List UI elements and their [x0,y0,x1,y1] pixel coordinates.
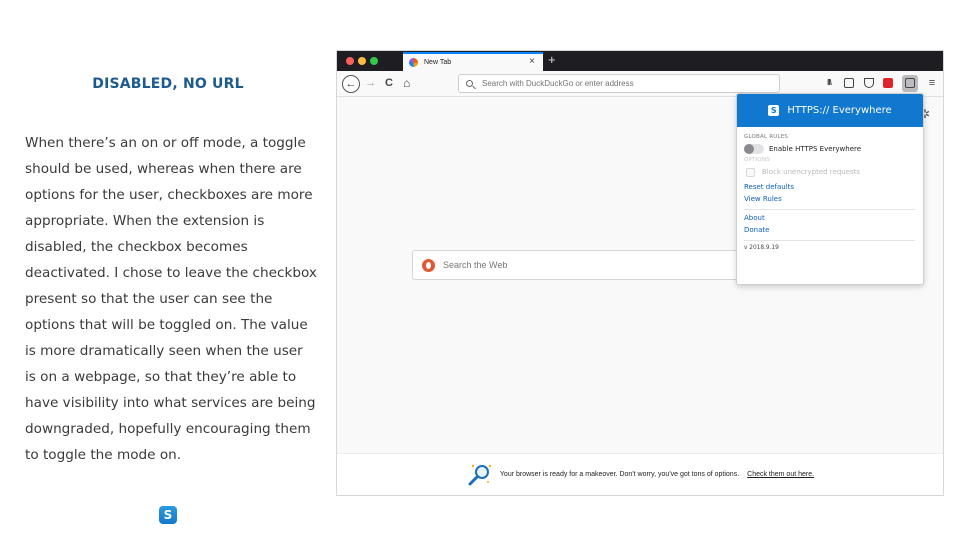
popup-header: S HTTPS:// Everywhere [737,94,923,127]
maximize-window-icon[interactable] [370,57,378,65]
forward-button[interactable]: → [365,76,376,90]
content-search-placeholder: Search the Web [443,260,508,270]
close-window-icon[interactable] [346,57,354,65]
url-bar[interactable]: Search with DuckDuckGo or enter address [458,74,780,93]
duckduckgo-icon [422,258,435,272]
slide-description: When there’s an on or off mode, a toggle… [25,135,317,463]
extension-popup: S HTTPS:// Everywhere GLOBAL RULES Enabl… [736,93,924,285]
snippet-link[interactable]: Check them out here. [747,471,814,478]
extension-red-icon[interactable] [883,78,893,88]
home-button[interactable]: ⌂ [403,76,410,90]
tab-close-icon[interactable]: × [529,56,535,67]
search-icon [466,80,473,87]
popup-title: HTTPS:// Everywhere [787,105,892,116]
magnifying-glass-icon [466,462,492,488]
about-link[interactable]: About [744,214,915,222]
block-unencrypted-row: Block unencrypted requests [744,166,915,178]
back-button[interactable]: ← [342,75,360,93]
global-rules-label: GLOBAL RULES [744,134,789,140]
divider [744,209,915,210]
url-placeholder: Search with DuckDuckGo or enter address [482,79,634,88]
slide-title: DISABLED, NO URL [92,76,244,92]
https-everywhere-logo-icon: S [768,105,780,116]
options-label: OPTIONS [744,157,770,163]
popup-body: GLOBAL RULES Enable HTTPS Everywhere OPT… [737,127,923,251]
https-everywhere-logo-icon: S [159,506,177,524]
enable-https-toggle[interactable] [744,144,764,154]
divider [744,240,915,241]
firefox-icon [409,58,418,67]
snippet-footer: Your browser is ready for a makeover. Do… [337,453,943,495]
snippet-message: Your browser is ready for a makeover. Do… [499,471,740,478]
new-tab-button[interactable]: + [548,52,556,68]
view-rules-link[interactable]: View Rules [744,195,915,203]
enable-https-label: Enable HTTPS Everywhere [769,145,862,153]
version-text: v 2018.9.19 [744,245,779,251]
block-unencrypted-checkbox[interactable] [746,167,755,177]
hamburger-menu-icon[interactable]: ≡ [927,78,937,89]
tab-title: New Tab [424,59,452,66]
library-icon[interactable]: II\ [824,78,834,88]
tab-new-tab[interactable]: New Tab × [403,52,543,71]
reload-button[interactable]: C [385,76,393,90]
enable-toggle-row: Enable HTTPS Everywhere [744,143,915,155]
toggle-knob [744,144,754,154]
https-everywhere-toolbar-button[interactable] [902,75,918,92]
sidebar-icon[interactable] [844,78,854,88]
content-search-input[interactable]: Search the Web [412,250,752,280]
donate-link[interactable]: Donate [744,226,915,234]
minimize-window-icon[interactable] [358,57,366,65]
reset-defaults-link[interactable]: Reset defaults [744,183,915,191]
tab-bar: New Tab × + [337,51,943,71]
block-unencrypted-label: Block unencrypted requests [762,168,861,176]
https-everywhere-toolbar-icon [905,78,915,88]
shield-icon[interactable] [864,78,874,88]
